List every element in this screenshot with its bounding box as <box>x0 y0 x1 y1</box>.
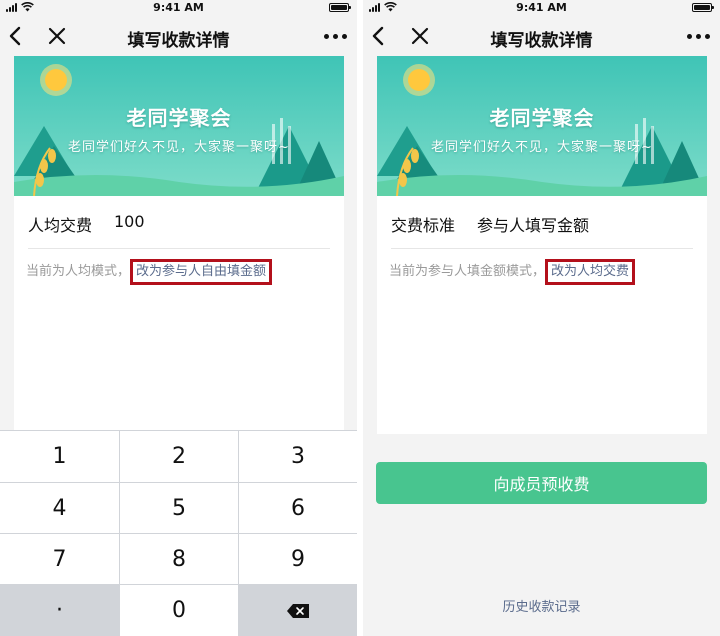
mode-hint-text: 当前为参与人填金额模式， <box>389 264 546 279</box>
key-0[interactable]: 0 <box>120 585 238 636</box>
prepay-button[interactable]: 向成员预收费 <box>376 462 707 504</box>
numeric-keypad: 1 2 3 4 5 6 7 8 9 · 0 <box>0 430 357 636</box>
event-banner: 老同学聚会 老同学们好久不见，大家聚一聚呀~ <box>14 56 344 196</box>
divider <box>391 248 693 249</box>
page-title: 填写收款详情 <box>490 31 593 51</box>
banner-subtitle: 老同学们好久不见，大家聚一聚呀~ <box>431 140 653 155</box>
more-dots-icon[interactable] <box>324 34 347 39</box>
key-dot[interactable]: · <box>0 585 119 636</box>
status-bar: 9:41 AM <box>0 0 357 16</box>
status-time: 9:41 AM <box>153 1 204 14</box>
key-7[interactable]: 7 <box>0 534 119 584</box>
event-banner: 老同学聚会 老同学们好久不见，大家聚一聚呀~ <box>377 56 707 196</box>
battery-icon <box>329 3 351 12</box>
phone-screen-left: 9:41 AM 填写收款详情 老同学聚会 老同学们好久不见，大家聚一聚呀~ 人均… <box>0 0 357 636</box>
payment-card: 老同学聚会 老同学们好久不见，大家聚一聚呀~ 人均交费 100 当前为人均模式，… <box>14 56 344 436</box>
banner-title: 老同学聚会 <box>126 106 232 130</box>
payment-standard-label: 交费标准 <box>391 216 456 235</box>
status-bar: 9:41 AM <box>363 0 720 16</box>
nav-bar: 填写收款详情 <box>0 16 357 56</box>
key-delete[interactable] <box>239 585 357 636</box>
backspace-icon <box>287 603 309 618</box>
more-dots-icon[interactable] <box>687 34 710 39</box>
page-title: 填写收款详情 <box>127 31 230 51</box>
payment-card: 老同学聚会 老同学们好久不见，大家聚一聚呀~ 交费标准 参与人填写金额 当前为参… <box>377 56 707 434</box>
key-1[interactable]: 1 <box>0 431 119 482</box>
amount-field-row[interactable]: 人均交费 100 <box>28 212 330 248</box>
key-8[interactable]: 8 <box>120 534 238 584</box>
banner-subtitle: 老同学们好久不见，大家聚一聚呀~ <box>68 140 290 155</box>
mode-hint-text: 当前为人均模式， <box>26 264 131 279</box>
amount-input[interactable]: 100 <box>114 212 145 231</box>
status-time: 9:41 AM <box>516 1 567 14</box>
key-4[interactable]: 4 <box>0 483 119 533</box>
history-records-link[interactable]: 历史收款记录 <box>363 596 720 615</box>
key-6[interactable]: 6 <box>239 483 357 533</box>
payment-standard-value: 参与人填写金额 <box>477 216 590 235</box>
key-9[interactable]: 9 <box>239 534 357 584</box>
phone-screen-right: 9:41 AM 填写收款详情 老同学聚会 老同学们好久不见，大家聚一聚呀~ 交费… <box>363 0 720 636</box>
nav-bar: 填写收款详情 <box>363 16 720 56</box>
switch-mode-link[interactable]: 改为人均交费 <box>545 259 636 285</box>
banner-title: 老同学聚会 <box>489 106 595 130</box>
payment-standard-row: 交费标准 参与人填写金额 <box>391 212 693 248</box>
key-3[interactable]: 3 <box>239 431 357 482</box>
divider <box>28 248 330 249</box>
mode-hint: 当前为人均模式， 改为参与人自由填金额 <box>26 259 273 285</box>
mode-hint: 当前为参与人填金额模式， 改为人均交费 <box>389 259 636 285</box>
switch-mode-link[interactable]: 改为参与人自由填金额 <box>130 259 273 285</box>
battery-icon <box>692 3 714 12</box>
amount-field-label: 人均交费 <box>28 216 93 235</box>
key-2[interactable]: 2 <box>120 431 238 482</box>
key-5[interactable]: 5 <box>120 483 238 533</box>
